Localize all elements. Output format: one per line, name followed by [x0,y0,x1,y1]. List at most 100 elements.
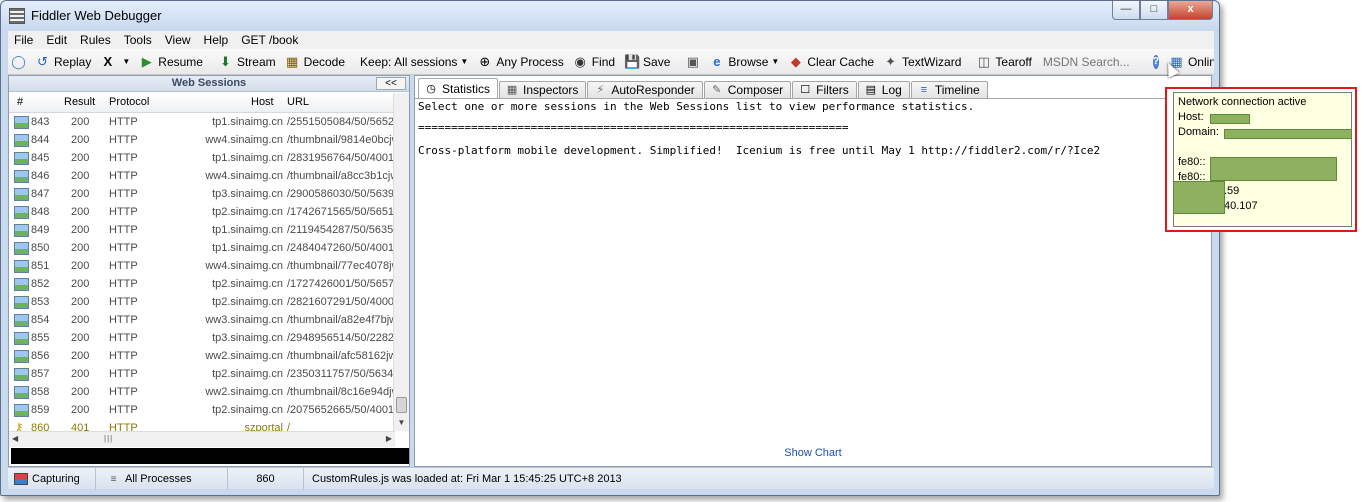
session-row[interactable]: 849 200 HTTP tp1.sinaimg.cn/2119454287/50/5… [9,222,395,240]
session-row[interactable]: 853 200 HTTP tp2.sinaimg.cn/2821607291/50/4… [9,294,395,312]
session-protocol: HTTP [109,386,138,398]
session-row[interactable]: 859 200 HTTP tp2.sinaimg.cn/2075652665/50/4… [9,402,395,420]
menu-help[interactable]: Help [204,33,229,47]
column-header-result[interactable]: Result [64,96,95,108]
session-protocol: HTTP [109,152,138,164]
session-host: ww4.sinaimg.cn [205,134,283,146]
tab-inspectors[interactable]: ▦ Inspectors [499,81,587,98]
clear-cache-button[interactable]: ◆ Clear Cache [788,54,874,69]
minimize-button[interactable]: — [1112,1,1140,20]
show-chart-link[interactable]: Show Chart [415,447,1211,459]
capturing-toggle[interactable]: Capturing [8,468,96,490]
image-file-icon [14,224,29,237]
sessions-vertical-scrollbar[interactable]: ▼ [393,93,409,431]
textwizard-button[interactable]: ✦ TextWizard [883,54,961,69]
keep-label: Keep: All sessions [360,54,458,69]
scroll-left-arrow-icon[interactable]: ◀ [12,434,18,443]
session-row[interactable]: 855 200 HTTP tp3.sinaimg.cn/2948956514/50/2… [9,330,395,348]
session-row[interactable]: 843 200 HTTP tp1.sinaimg.cn/2551505084/50/5… [9,114,395,132]
decode-button[interactable]: ▦ Decode [285,54,345,69]
quickexec-command-input[interactable] [11,448,409,464]
title-bar[interactable]: Fiddler Web Debugger — □ x [1,1,1219,31]
session-row[interactable]: 844 200 HTTP ww4.sinaimg.cn/thumbnail/9814e… [9,132,395,150]
find-button[interactable]: ◉ Find [573,54,616,69]
stopwatch-icon: ◷ [426,82,436,95]
session-row[interactable]: 845 200 HTTP tp1.sinaimg.cn/2831956764/50/4… [9,150,395,168]
session-row[interactable]: 852 200 HTTP tp2.sinaimg.cn/1727426001/50/5… [9,276,395,294]
replay-button[interactable]: ↺ Replay [35,54,91,69]
session-host: tp2.sinaimg.cn [212,278,283,290]
session-url: /2900586030/50/5639 [287,188,395,200]
browse-button[interactable]: e Browse ▼ [709,54,779,69]
menu-edit[interactable]: Edit [46,33,67,47]
session-row[interactable]: 854 200 HTTP ww3.sinaimg.cn/thumbnail/a82e4… [9,312,395,330]
tab-autoresponder[interactable]: ⚡ AutoResponder [587,81,703,98]
window-title: Fiddler Web Debugger [31,8,162,23]
sessions-horizontal-scrollbar[interactable]: ◀ ||| ▶ [9,431,395,447]
tab-statistics[interactable]: ◷ Statistics [418,78,499,98]
session-result: 200 [71,368,90,380]
tearoff-button[interactable]: ◫ Tearoff [976,54,1032,69]
session-row[interactable]: 857 200 HTTP tp2.sinaimg.cn/2350311757/50/5… [9,366,395,384]
tab-composer[interactable]: ✎ Composer [703,81,792,98]
session-row[interactable]: 848 200 HTTP tp2.sinaimg.cn/1742671565/50/5… [9,204,395,222]
session-row[interactable]: 858 200 HTTP ww2.sinaimg.cn/thumbnail/8c16e… [9,384,395,402]
menu-rules[interactable]: Rules [80,33,111,47]
scroll-right-arrow-icon[interactable]: ▶ [386,434,392,443]
comment-button[interactable]: ◯ [11,54,30,69]
menu-get-book[interactable]: GET /book [241,33,298,47]
any-process-button[interactable]: ⊕ Any Process [477,54,563,69]
session-number: 854 [31,314,50,326]
session-number: 850 [31,242,50,254]
column-header-url[interactable]: URL [287,96,309,108]
tab-timeline[interactable]: ≡ Timeline [910,81,988,98]
close-button[interactable]: x [1168,1,1213,20]
tab-filters[interactable]: ☐ Filters [792,81,857,98]
column-header-protocol[interactable]: Protocol [109,96,149,108]
help-icon[interactable]: ? [1152,54,1159,69]
chevron-down-icon: ▼ [122,57,131,66]
tooltip-ipv4-b: 40.107 [1224,200,1258,212]
save-icon: 💾 [624,54,641,69]
scroll-down-arrow-icon[interactable]: ▼ [394,415,409,431]
maximize-button[interactable]: □ [1140,1,1168,20]
remove-sessions-button[interactable]: X ▼ [100,54,131,69]
resume-button[interactable]: ▶ Resume [139,54,203,69]
menu-tools[interactable]: Tools [124,33,152,47]
session-protocol: HTTP [109,332,138,344]
session-row[interactable]: 851 200 HTTP ww4.sinaimg.cn/thumbnail/77ec4… [9,258,395,276]
sessions-list: 843 200 HTTP tp1.sinaimg.cn/2551505084/50/5… [9,114,395,438]
resume-label: Resume [158,54,203,69]
fiddler-window: Fiddler Web Debugger — □ x File Edit Rul… [0,0,1220,496]
tab-log[interactable]: ▤ Log [857,81,910,98]
scrollbar-grip-icon[interactable]: ||| [104,434,113,443]
session-url: /1742671565/50/5651 [287,206,395,218]
image-file-icon [14,314,29,327]
keep-sessions-dropdown[interactable]: Keep: All sessions ▼ [360,55,468,69]
inspectors-icon: ▦ [506,84,518,96]
menu-file[interactable]: File [14,33,33,47]
session-row[interactable]: 856 200 HTTP ww2.sinaimg.cn/thumbnail/afc58… [9,348,395,366]
menu-view[interactable]: View [165,33,191,47]
session-number: 858 [31,386,50,398]
session-result: 200 [71,386,90,398]
collapse-panel-button[interactable]: << [376,77,406,90]
save-button[interactable]: 💾 Save [624,54,670,69]
column-header-num[interactable]: # [17,96,23,108]
session-number: 855 [31,332,50,344]
session-protocol: HTTP [109,134,138,146]
lightning-icon: ⚡ [596,84,605,96]
stream-button[interactable]: ⬇ Stream [218,54,276,69]
msdn-search-input[interactable] [1040,52,1139,71]
column-header-host[interactable]: Host [251,96,274,108]
screenshot-button[interactable]: ▣ [685,54,704,69]
image-file-icon [14,116,29,129]
session-result: 200 [71,242,90,254]
process-filter[interactable]: ≡ All Processes [96,468,228,490]
session-result: 200 [71,404,90,416]
session-row[interactable]: 850 200 HTTP tp1.sinaimg.cn/2484047260/50/4… [9,240,395,258]
x-icon: X [103,54,113,69]
session-row[interactable]: 846 200 HTTP ww4.sinaimg.cn/thumbnail/a8cc3… [9,168,395,186]
session-row[interactable]: 847 200 HTTP tp3.sinaimg.cn/2900586030/50/5… [9,186,395,204]
scrollbar-thumb[interactable] [396,397,407,413]
